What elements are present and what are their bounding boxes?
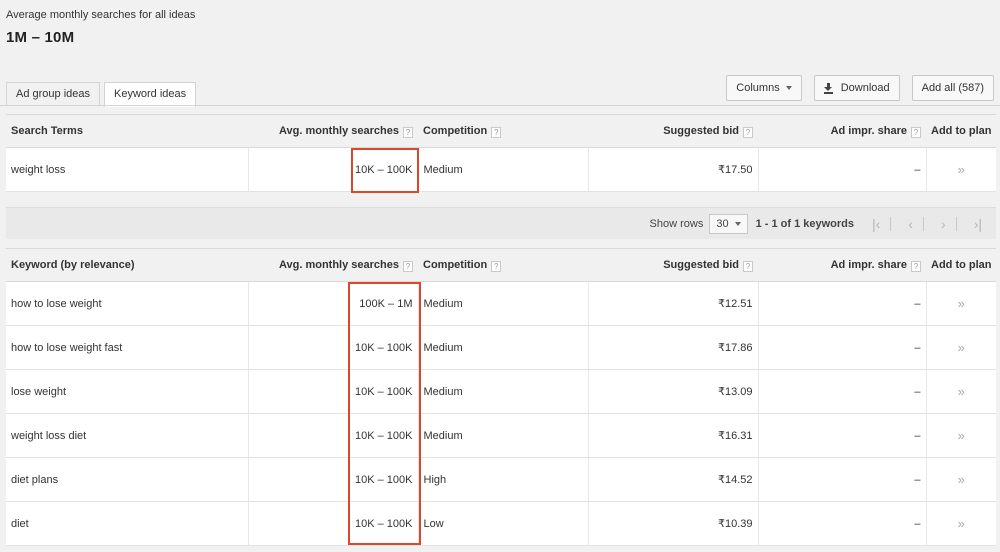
pager-range: 1 - 1 of 1 keywords	[755, 217, 855, 230]
rows-value: 30	[716, 217, 729, 230]
table-header-row: Keyword (by relevance) Avg. monthly sear…	[6, 248, 996, 282]
table-row: diet 10K – 100K Low ₹10.39 – »	[6, 501, 996, 546]
help-icon[interactable]: ?	[403, 260, 413, 272]
impr-share-cell: –	[757, 501, 926, 546]
chevron-down-icon	[734, 221, 741, 226]
help-icon[interactable]: ?	[491, 260, 502, 272]
help-icon[interactable]: ?	[403, 126, 413, 138]
header-add-to-plan: Add to plan	[926, 248, 996, 282]
header-suggested-bid[interactable]: Suggested bid?	[588, 248, 758, 282]
divider	[0, 105, 1000, 106]
columns-button[interactable]: Columns	[726, 75, 802, 101]
table-row: lose weight 10K – 100K Medium ₹13.09 – »	[6, 369, 996, 414]
suggested-bid-cell: ₹16.31	[587, 413, 758, 458]
competition-cell: Low	[417, 501, 588, 546]
header-ad-impr-share[interactable]: Ad impr. share?	[758, 248, 926, 282]
next-page-icon[interactable]: ›	[941, 216, 946, 232]
add-to-plan-button[interactable]: »	[925, 147, 996, 192]
suggested-bid-cell: ₹17.50	[587, 147, 758, 192]
highlight-box	[348, 282, 421, 545]
help-icon[interactable]: ?	[911, 260, 921, 272]
chevron-down-icon	[785, 86, 792, 90]
suggested-bid-cell: ₹14.52	[587, 457, 758, 502]
suggested-bid-cell: ₹10.39	[587, 501, 758, 546]
impr-share-cell: –	[757, 281, 926, 326]
first-page-icon[interactable]: |‹	[872, 216, 880, 232]
impr-share-cell: –	[757, 457, 926, 502]
impr-share-cell: –	[757, 147, 926, 192]
add-to-plan-button[interactable]: »	[925, 281, 996, 326]
divider	[923, 216, 925, 231]
download-button[interactable]: Download	[813, 75, 900, 101]
help-icon[interactable]: ?	[743, 260, 753, 272]
suggested-bid-cell: ₹13.09	[587, 369, 758, 414]
add-to-plan-button[interactable]: »	[925, 457, 996, 502]
competition-cell: Medium	[417, 325, 588, 370]
summary-value: 1M – 10M	[6, 29, 75, 46]
header-add-to-plan: Add to plan	[926, 114, 996, 148]
keyword-cell: how to lose weight	[6, 281, 248, 326]
header-competition[interactable]: Competition?	[418, 114, 588, 148]
keyword-ideas-table: Keyword (by relevance) Avg. monthly sear…	[6, 248, 996, 546]
impr-share-cell: –	[757, 413, 926, 458]
header-competition[interactable]: Competition?	[418, 248, 588, 282]
keyword-cell: weight loss diet	[6, 413, 248, 458]
pagination-bar: Show rows 30 1 - 1 of 1 keywords |‹ ‹ › …	[6, 207, 996, 239]
columns-label: Columns	[736, 82, 780, 94]
header-suggested-bid[interactable]: Suggested bid?	[588, 114, 758, 148]
add-to-plan-button[interactable]: »	[925, 413, 996, 458]
summary-label: Average monthly searches for all ideas	[6, 9, 196, 21]
impr-share-cell: –	[757, 369, 926, 414]
help-icon[interactable]: ?	[491, 126, 502, 138]
keyword-cell: lose weight	[6, 369, 248, 414]
table-row: how to lose weight 100K – 1M Medium ₹12.…	[6, 281, 996, 326]
tab-ad-group-ideas[interactable]: Ad group ideas	[6, 82, 100, 106]
tab-bar: Ad group ideas Keyword ideas	[6, 82, 200, 107]
competition-cell: Medium	[417, 413, 588, 458]
download-label: Download	[840, 82, 890, 94]
download-icon	[823, 82, 834, 94]
last-page-icon[interactable]: ›|	[974, 216, 982, 232]
table-row: weight loss 10K – 100K Medium ₹17.50 – »	[6, 147, 996, 192]
table-row: weight loss diet 10K – 100K Medium ₹16.3…	[6, 413, 996, 458]
keyword-cell: how to lose weight fast	[6, 325, 248, 370]
add-to-plan-button[interactable]: »	[925, 369, 996, 414]
add-all-button[interactable]: Add all (587)	[911, 75, 994, 101]
keyword-cell: weight loss	[6, 147, 248, 192]
table-row: how to lose weight fast 10K – 100K Mediu…	[6, 325, 996, 370]
keyword-cell: diet plans	[6, 457, 248, 502]
header-avg-monthly-searches[interactable]: Avg. monthly searches?	[248, 248, 418, 282]
suggested-bid-cell: ₹12.51	[587, 281, 758, 326]
divider	[955, 216, 957, 231]
table-row: diet plans 10K – 100K High ₹14.52 – »	[6, 457, 996, 502]
header-keyword-by-relevance[interactable]: Keyword (by relevance)	[6, 248, 248, 282]
impr-share-cell: –	[757, 325, 926, 370]
competition-cell: Medium	[417, 147, 588, 192]
rows-per-page-select[interactable]: 30	[709, 213, 748, 234]
summary: Average monthly searches for all ideas 1…	[6, 9, 195, 46]
header-search-terms[interactable]: Search Terms	[6, 114, 248, 148]
highlight-box	[351, 148, 419, 193]
keyword-cell: diet	[6, 501, 248, 546]
prev-page-icon[interactable]: ‹	[908, 216, 913, 232]
header-avg-monthly-searches[interactable]: Avg. monthly searches?	[248, 114, 418, 148]
header-ad-impr-share[interactable]: Ad impr. share?	[758, 114, 926, 148]
divider	[890, 216, 892, 231]
competition-cell: Medium	[417, 281, 588, 326]
add-to-plan-button[interactable]: »	[925, 325, 996, 370]
suggested-bid-cell: ₹17.86	[587, 325, 758, 370]
add-to-plan-button[interactable]: »	[925, 501, 996, 546]
competition-cell: High	[417, 457, 588, 502]
tab-keyword-ideas[interactable]: Keyword ideas	[104, 82, 197, 107]
toolbar: Columns Download Add all (587)	[714, 75, 994, 101]
help-icon[interactable]: ?	[743, 126, 753, 138]
show-rows-label: Show rows	[649, 217, 704, 230]
search-terms-table: Search Terms Avg. monthly searches? Comp…	[6, 114, 996, 192]
competition-cell: Medium	[417, 369, 588, 414]
help-icon[interactable]: ?	[911, 126, 921, 138]
table-header-row: Search Terms Avg. monthly searches? Comp…	[6, 114, 996, 148]
